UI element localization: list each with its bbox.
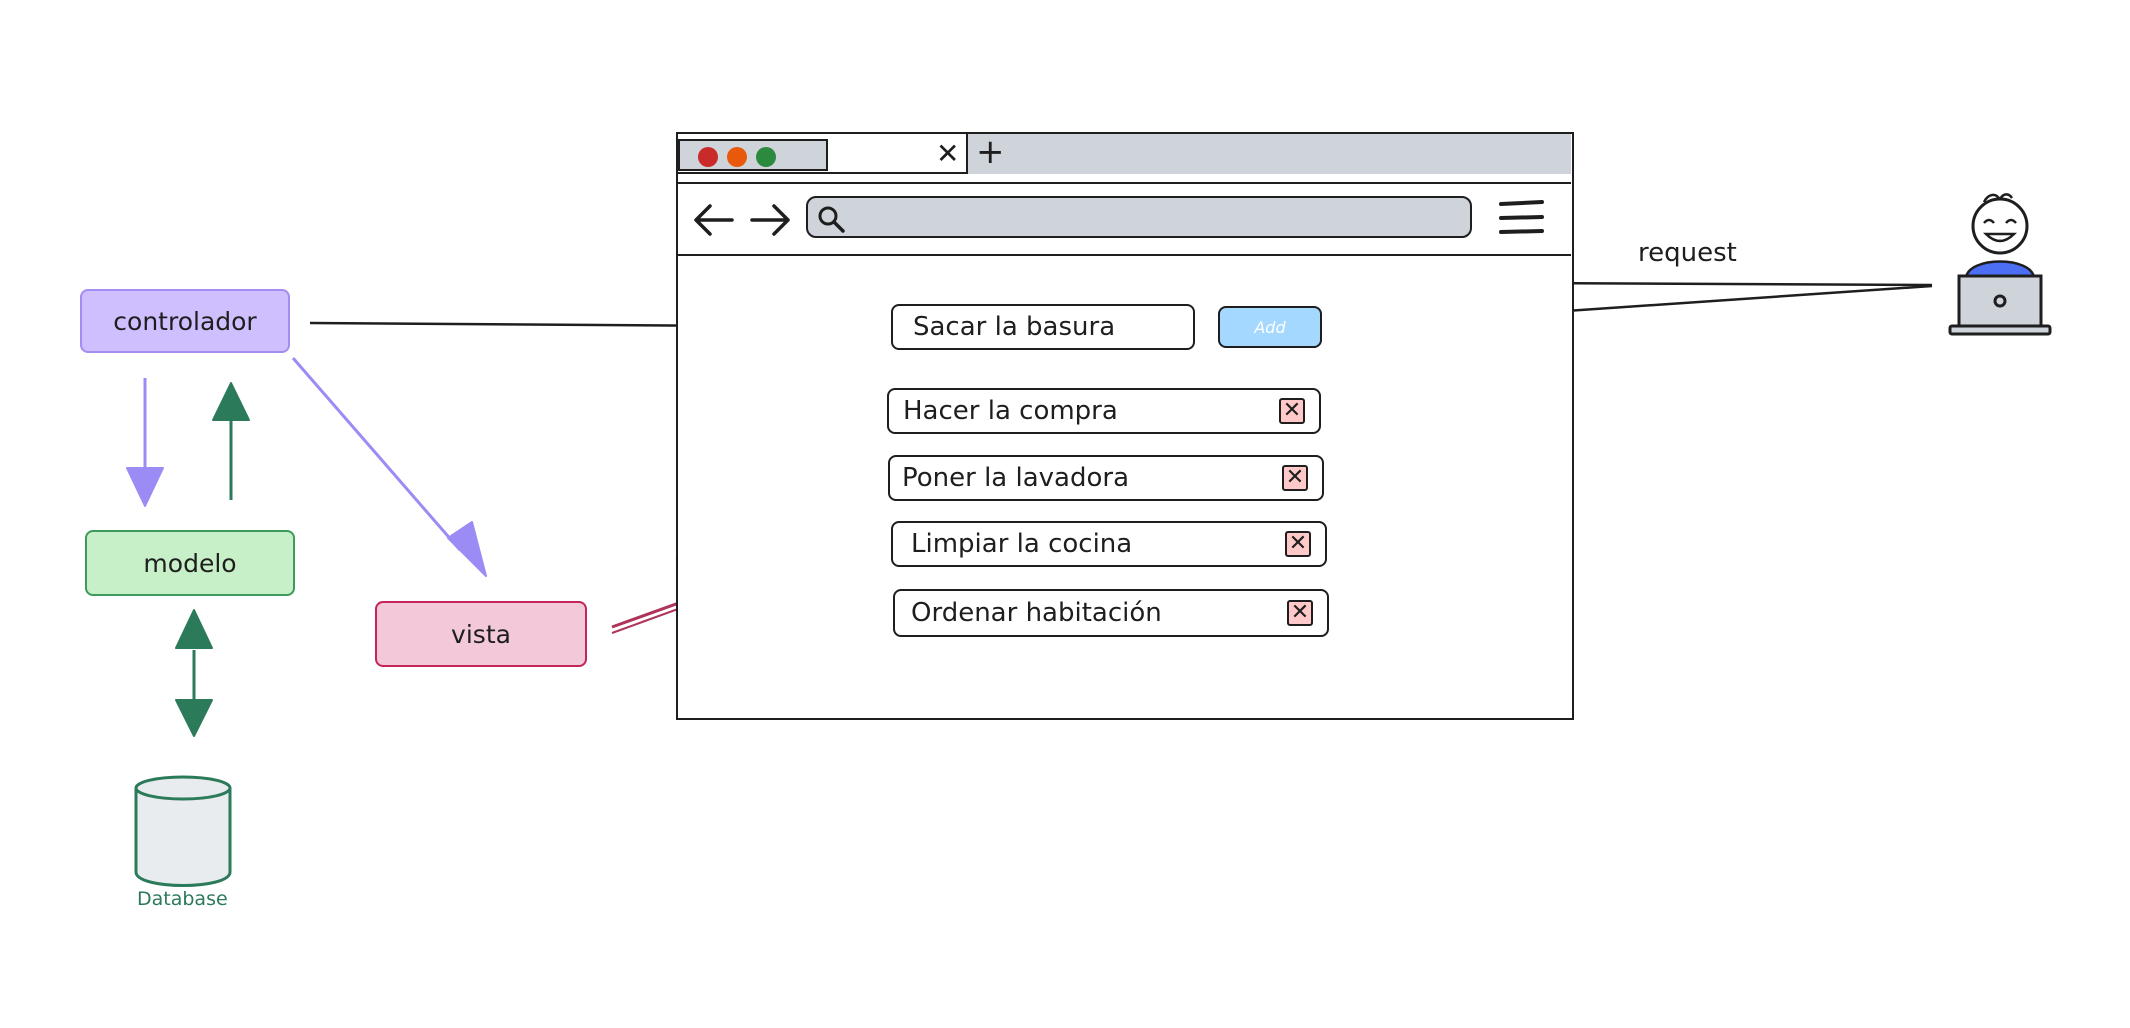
modelo-label: modelo [143,548,237,578]
controlador-label: controlador [113,306,257,336]
forward-arrow-icon[interactable] [748,202,792,238]
task-item-label: Ordenar habitación [911,598,1162,628]
modelo-node: modelo [85,530,295,596]
tab-close-icon[interactable]: ✕ [936,137,959,170]
modelo-database-arrowhead-up [175,609,213,649]
delete-task-icon[interactable]: ✕ [1279,398,1305,424]
task-item: Poner la lavadora ✕ [888,455,1324,501]
delete-task-icon[interactable]: ✕ [1282,465,1308,491]
modelo-database-arrowhead-down [175,699,213,737]
task-item-label: Poner la lavadora [902,463,1130,493]
minimize-window-dot[interactable] [727,147,747,167]
task-item-label: Hacer la compra [903,396,1118,426]
browser-toolbar [678,182,1571,256]
new-tab-icon[interactable]: + [976,132,1005,172]
task-item: Ordenar habitación ✕ [893,589,1329,637]
controlador-to-vista-arrowhead [447,521,487,577]
tab-strip: ✕ + [678,132,1571,174]
add-button[interactable]: Add [1218,306,1322,348]
new-task-input[interactable]: Sacar la basura [891,304,1195,350]
request-label: request [1638,238,1737,268]
add-button-label: Add [1254,317,1286,337]
new-tab-area [966,134,1571,174]
search-icon [818,206,845,233]
delete-task-icon[interactable]: ✕ [1285,531,1311,557]
menu-icon[interactable] [1498,198,1546,238]
modelo-to-controlador-arrowhead [212,382,250,421]
maximize-window-dot[interactable] [756,147,776,167]
controlador-node: controlador [80,289,290,353]
controlador-to-modelo-arrowhead [126,467,164,507]
controlador-to-vista-arrow [291,357,462,551]
vista-node: vista [375,601,587,667]
delete-task-icon[interactable]: ✕ [1287,600,1313,626]
vista-label: vista [451,619,511,649]
back-arrow-icon[interactable] [692,202,736,238]
new-task-input-value: Sacar la basura [913,312,1116,342]
address-bar[interactable] [806,196,1472,238]
close-window-dot[interactable] [698,147,718,167]
database-label: Database [137,888,228,910]
database-icon [134,775,232,887]
task-item: Limpiar la cocina ✕ [891,521,1327,567]
user-at-laptop-icon [1948,193,2052,336]
task-item: Hacer la compra ✕ [887,388,1321,434]
task-item-label: Limpiar la cocina [911,529,1133,559]
